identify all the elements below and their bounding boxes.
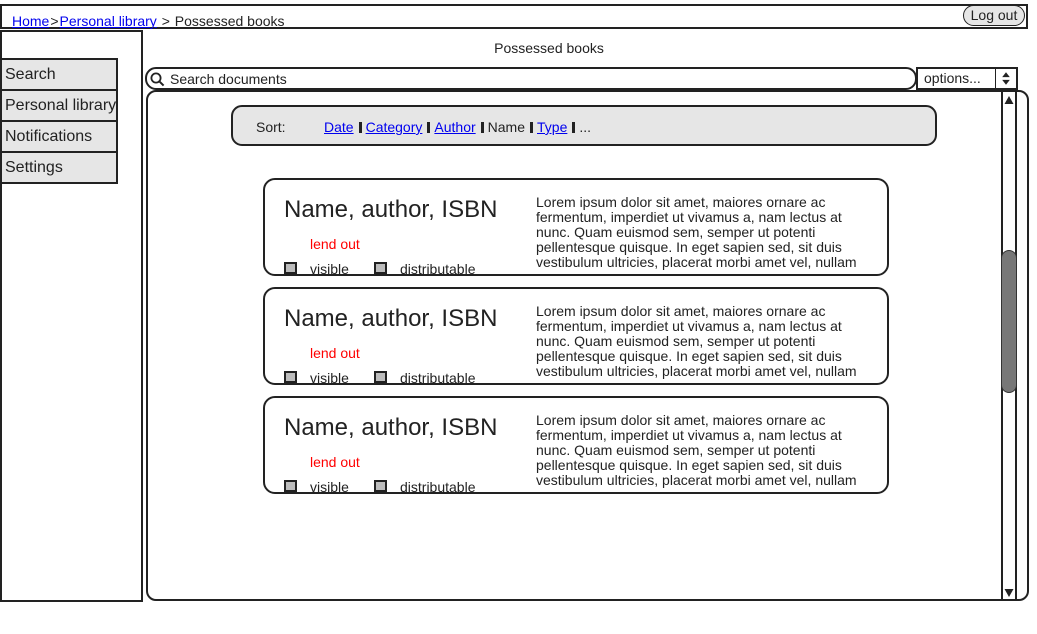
visible-checkbox[interactable] — [284, 480, 297, 492]
sort-date-link[interactable]: Date — [324, 119, 354, 135]
separator — [480, 122, 484, 133]
breadcrumb-personal-library-link[interactable]: Personal library — [60, 13, 157, 29]
scroll-down-arrow-icon[interactable] — [1003, 586, 1015, 600]
sidebar-item-search[interactable]: Search — [2, 58, 118, 91]
book-title: Name, author, ISBN — [284, 414, 498, 441]
search-input[interactable] — [170, 70, 900, 88]
scroll-thumb[interactable] — [1001, 250, 1017, 393]
sort-author-link[interactable]: Author — [434, 119, 475, 135]
separator — [358, 122, 362, 133]
book-description: Lorem ipsum dolor sit amet, maiores orna… — [536, 194, 857, 270]
book-title: Name, author, ISBN — [284, 196, 498, 223]
distributable-label: distributable — [400, 479, 476, 494]
sidebar-item-notifications[interactable]: Notifications — [2, 120, 118, 153]
separator — [427, 122, 431, 133]
distributable-label: distributable — [400, 370, 476, 385]
breadcrumb-current: Possessed books — [174, 13, 285, 29]
book-description: Lorem ipsum dolor sit amet, maiores orna… — [536, 303, 857, 379]
vertical-scrollbar[interactable] — [1001, 92, 1017, 600]
sidebar-menu: Search Personal library Notifications Se… — [2, 58, 118, 184]
distributable-checkbox[interactable] — [374, 371, 387, 383]
book-card[interactable]: Name, author, ISBN lend out visible dist… — [263, 396, 889, 494]
visible-checkbox[interactable] — [284, 371, 297, 383]
visible-checkbox[interactable] — [284, 262, 297, 274]
search-field[interactable] — [145, 67, 917, 90]
top-bar: Home>Personal library > Possessed books … — [0, 4, 1028, 29]
separator — [572, 122, 576, 133]
sort-more: ... — [579, 119, 592, 135]
page-title: Possessed books — [494, 40, 604, 56]
sort-type-link[interactable]: Type — [537, 119, 567, 135]
sort-label: Sort: — [256, 119, 286, 135]
sort-bar: Sort: Date Category Author Name Type... — [231, 105, 937, 146]
sort-category-link[interactable]: Category — [366, 119, 423, 135]
book-description: Lorem ipsum dolor sit amet, maiores orna… — [536, 412, 857, 488]
breadcrumb-separator: > — [50, 13, 59, 29]
options-label: options... — [924, 70, 981, 86]
logout-button[interactable]: Log out — [963, 5, 1025, 26]
lend-status[interactable]: lend out — [310, 345, 360, 361]
book-title: Name, author, ISBN — [284, 305, 498, 332]
sidebar-item-settings[interactable]: Settings — [2, 151, 118, 184]
book-card[interactable]: Name, author, ISBN lend out visible dist… — [263, 287, 889, 385]
lend-status[interactable]: lend out — [310, 236, 360, 252]
distributable-checkbox[interactable] — [374, 480, 387, 492]
breadcrumb: Home>Personal library > Possessed books — [12, 13, 285, 29]
search-icon — [150, 72, 165, 87]
up-down-stepper-icon[interactable] — [995, 69, 1016, 88]
separator — [530, 122, 533, 133]
options-select[interactable]: options... — [916, 67, 1018, 90]
book-card[interactable]: Name, author, ISBN lend out visible dist… — [263, 178, 889, 276]
sidebar-item-personal-library[interactable]: Personal library — [2, 89, 118, 122]
lend-status[interactable]: lend out — [310, 454, 360, 470]
visible-label: visible — [310, 261, 349, 276]
distributable-checkbox[interactable] — [374, 262, 387, 274]
sort-name-current: Name — [487, 119, 525, 135]
visible-label: visible — [310, 479, 349, 494]
breadcrumb-home-link[interactable]: Home — [12, 13, 49, 29]
sidebar: Search Personal library Notifications Se… — [0, 30, 143, 602]
scroll-up-arrow-icon[interactable] — [1003, 93, 1015, 107]
content-panel: Sort: Date Category Author Name Type... Name… — [146, 90, 1029, 601]
distributable-label: distributable — [400, 261, 476, 276]
breadcrumb-separator: > — [161, 13, 170, 29]
visible-label: visible — [310, 370, 349, 385]
sort-options: Date Category Author Name Type... — [324, 119, 591, 135]
